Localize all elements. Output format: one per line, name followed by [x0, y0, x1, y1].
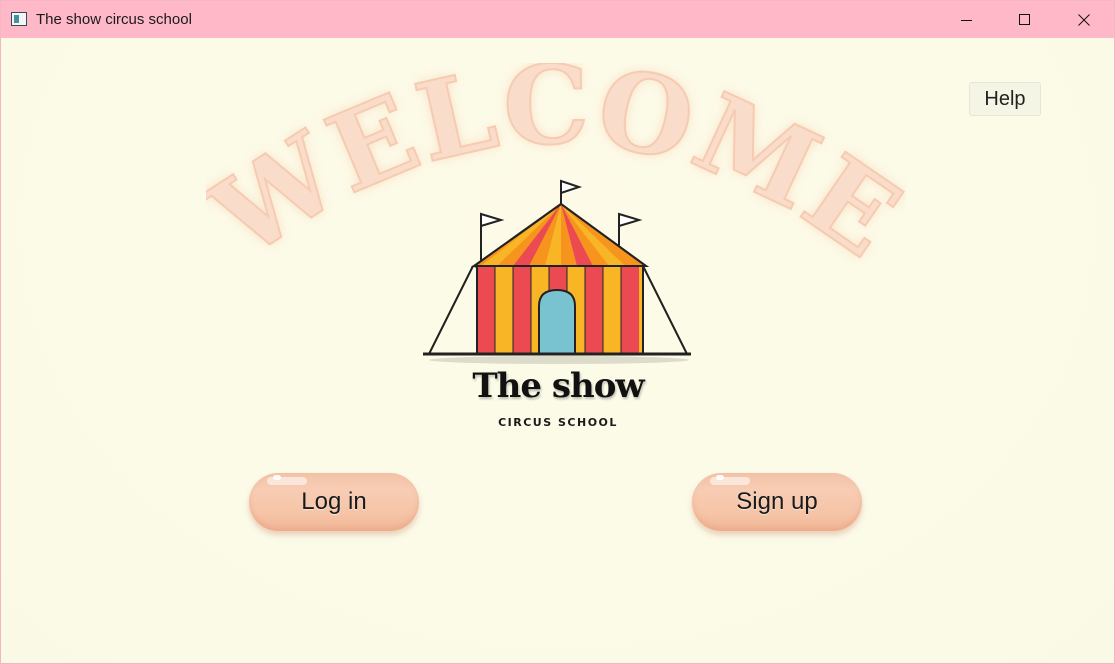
circus-tent-icon — [423, 179, 691, 364]
maximize-button[interactable] — [1002, 1, 1048, 38]
app-icon — [11, 12, 27, 26]
brand-name: The show — [472, 366, 644, 406]
minimize-button[interactable] — [944, 1, 990, 38]
login-button-label: Log in — [301, 488, 367, 515]
maximize-icon — [1019, 13, 1030, 25]
close-icon — [1078, 13, 1090, 26]
button-gloss-dot — [273, 475, 281, 480]
minimize-icon — [961, 19, 972, 21]
app-window: The show circus school WELCOM WELCOM Hel… — [0, 0, 1115, 664]
main-content: WELCOME WELCOME Help — [1, 38, 1114, 663]
close-button[interactable] — [1061, 1, 1107, 38]
help-button[interactable]: Help — [969, 82, 1041, 116]
brand-subtitle: CIRCUS SCHOOL — [498, 416, 618, 429]
title-bar[interactable]: The show circus school — [1, 1, 1114, 38]
button-gloss-dot — [716, 475, 724, 480]
signup-button[interactable]: Sign up — [692, 473, 862, 531]
window-title: The show circus school — [36, 11, 192, 28]
login-button[interactable]: Log in — [249, 473, 419, 531]
signup-button-label: Sign up — [736, 488, 818, 515]
